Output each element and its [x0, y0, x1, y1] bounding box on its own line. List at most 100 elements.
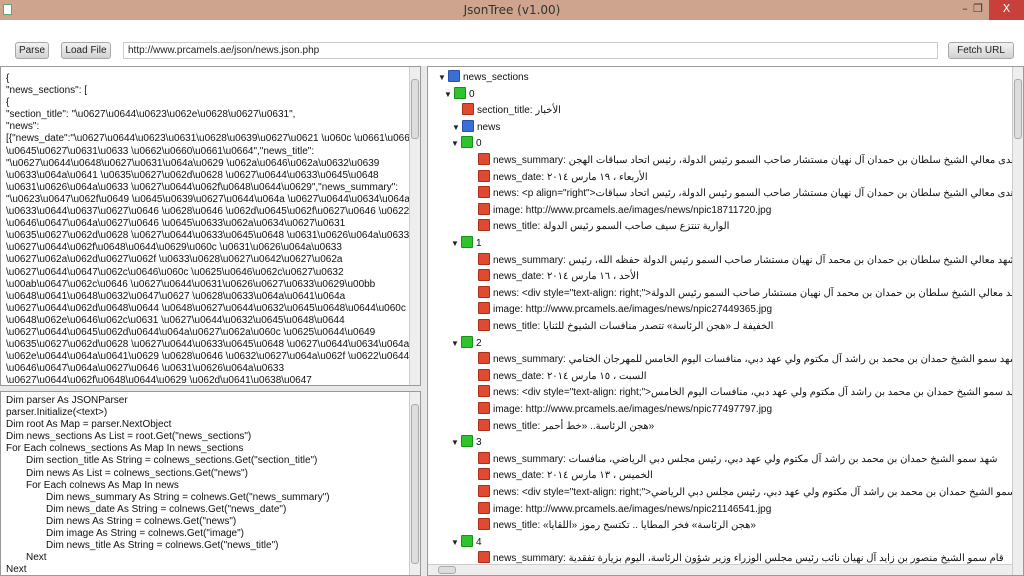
tree-vscrollbar[interactable]	[1012, 67, 1023, 575]
map-node-icon	[461, 534, 473, 547]
tree-node[interactable]: image: http://www.prcamels.ae/images/new…	[478, 202, 772, 219]
tree-node-label: news_date: السبت ، ١٥ مارس ٢٠١٤	[493, 370, 647, 382]
tree-node[interactable]: news_summary: أهدى معالي الشيخ سلطان بن …	[478, 153, 1019, 169]
tree-node-label: news: <p align="right">أهدى معالي الشيخ …	[493, 188, 1019, 200]
tree-node-label: news: <div style="text-align: right;">شه…	[493, 487, 1024, 498]
code-line: Next	[26, 552, 47, 564]
tree-node-label: 3	[476, 437, 482, 449]
code-line: Dim news As List = colnews_sections.Get(…	[26, 467, 248, 479]
code-line: parser.Initialize(<text>)	[6, 407, 108, 419]
code-line: Next	[6, 564, 27, 576]
tree-node[interactable]: news: <p align="right">أهدى معالي الشيخ …	[478, 186, 1019, 202]
json-line: {	[6, 97, 10, 109]
code-line: For Each colnews As Map In news	[26, 479, 179, 491]
tree-node[interactable]: ▼ 3	[451, 435, 482, 451]
close-button[interactable]: X	[989, 0, 1024, 20]
expand-arrow-icon[interactable]: ▼	[438, 70, 448, 86]
generated-code-area[interactable]: Dim parser As JSONParser parser.Initializ…	[0, 391, 421, 576]
tree-node[interactable]: news: <div style="text-align: right;">شه…	[478, 285, 1024, 302]
code-line: Dim image As String = colnews.Get("image…	[46, 528, 245, 540]
tree-node[interactable]: ▼ 4	[451, 534, 482, 551]
list-node-icon	[462, 119, 474, 132]
tree-node[interactable]: ▼ news_sections	[438, 70, 529, 86]
parse-button[interactable]: Parse	[15, 42, 49, 59]
json-line: [{"news_date":"\u0627\u0644\u0623\u0631\…	[6, 133, 416, 145]
tree-node[interactable]: news_summary: شهد سمو الشيخ حمدان بن محم…	[478, 352, 1018, 368]
tree-node[interactable]: ▼ 0	[444, 86, 475, 103]
code-line: Dim news_title As String = colnews.Get("…	[46, 540, 279, 552]
fetch-url-button[interactable]: Fetch URL	[948, 42, 1014, 59]
json-text-area[interactable]: {"news_sections": [{"section_title": "\u…	[0, 66, 421, 386]
tree-node[interactable]: image: http://www.prcamels.ae/images/new…	[478, 302, 772, 318]
value-node-icon	[478, 352, 490, 365]
json-line: \u0627\u0644\u062f\u0648\u0644\u0629\u06…	[6, 242, 342, 254]
json-line: \u0635\u0627\u062d\u0628 \u0627\u0644\u0…	[6, 230, 410, 242]
json-line: \u00ab\u0647\u062c\u0646 \u0627\u0644\u0…	[6, 278, 376, 290]
expand-arrow-icon[interactable]: ▼	[451, 136, 461, 152]
tree-node-label: image: http://www.prcamels.ae/images/new…	[493, 404, 773, 415]
expand-arrow-icon[interactable]: ▼	[444, 87, 454, 103]
tree-node[interactable]: image: http://www.prcamels.ae/images/new…	[478, 402, 772, 418]
json-line: \u0646\u0647\u064a\u0627\u0646 \u0631\u0…	[6, 363, 285, 375]
expand-arrow-icon[interactable]: ▼	[451, 535, 461, 551]
json-line: \u0645\u0627\u0631\u0633 \u0662\u0660\u0…	[6, 145, 315, 157]
tree-node[interactable]: ▼ 0	[451, 136, 482, 152]
code-scrollbar[interactable]	[409, 392, 420, 575]
json-scrollbar[interactable]	[409, 67, 420, 385]
tree-hscrollbar[interactable]	[428, 564, 1012, 575]
tree-node[interactable]: news_title: «هجن الرئاسة» فخر المطايا ..…	[478, 518, 756, 534]
tree-node-label: news_summary: شهد سمو الشيخ حمدان بن محم…	[493, 354, 1019, 366]
tree-node[interactable]: news_title: الوارية تنتزع سيف صاحب السمو…	[478, 219, 729, 235]
url-input[interactable]: http://www.prcamels.ae/json/news.json.ph…	[123, 42, 938, 59]
value-node-icon	[478, 252, 490, 265]
minimize-button[interactable]: –	[958, 0, 972, 20]
maximize-button[interactable]: ❐	[971, 0, 985, 20]
tree-node[interactable]: news_date: الأربعاء ، ١٩ مارس ٢٠١٤	[478, 169, 648, 186]
tree-node[interactable]: image: http://www.prcamels.ae/images/new…	[478, 501, 771, 518]
tree-node-label: news_summary: شهد سمو الشيخ حمدان بن محم…	[493, 453, 998, 465]
json-line: \u0648\u062e\u0646\u062c\u0631 \u0627\u0…	[6, 314, 345, 326]
tree-node[interactable]: news_date: الخميس ، ١٣ مارس ٢٠١٤	[478, 468, 653, 484]
json-line: \u0627\u0644\u0645\u062d\u0644\u064a\u06…	[6, 326, 376, 338]
value-node-icon	[478, 285, 490, 298]
tree-node-label: 1	[476, 238, 482, 249]
value-node-icon	[478, 202, 490, 215]
json-line: "news_sections": [	[6, 85, 88, 97]
value-node-icon	[478, 518, 490, 531]
tree-node[interactable]: section_title: الأخبار	[462, 103, 561, 119]
tree-node[interactable]: ▼ news	[452, 119, 500, 136]
expand-arrow-icon[interactable]: ▼	[451, 236, 461, 252]
value-node-icon	[478, 186, 490, 199]
expand-arrow-icon[interactable]: ▼	[451, 435, 461, 451]
tree-node-label: image: http://www.prcamels.ae/images/new…	[493, 304, 773, 316]
json-line: \u0635\u0627\u062d\u0628 \u0627\u0644\u0…	[6, 339, 421, 351]
value-node-icon	[462, 103, 474, 116]
tree-node[interactable]: news_summary: شهد سمو الشيخ حمدان بن محم…	[478, 451, 998, 468]
tree-node[interactable]: news_summary: شهد معالي الشيخ سلطان بن ح…	[478, 252, 1016, 269]
title-bar: JsonTree (v1.00) – ❐ X	[0, 0, 1024, 20]
tree-node-label: image: http://www.prcamels.ae/images/new…	[493, 204, 772, 216]
json-line: \u0627\u062a\u062d\u0627\u062f \u0633\u0…	[6, 254, 343, 266]
value-node-icon	[478, 153, 490, 165]
tree-node[interactable]: news_date: الأحد ، ١٦ مارس ٢٠١٤	[478, 269, 639, 285]
tree-node-label: 0	[476, 138, 482, 150]
tree-node[interactable]: news_title: الخفيفة لـ «هجن الرئاسة» تتص…	[478, 319, 773, 335]
tree-node-label: news_summary: قام سمو الشيخ منصور بن زاي…	[493, 553, 1004, 565]
expand-arrow-icon[interactable]: ▼	[452, 120, 462, 136]
code-line: For Each colnews_sections As Map In news…	[6, 443, 244, 455]
tree-node[interactable]: news: <div style="text-align: right;">شه…	[478, 485, 1024, 501]
tree-node[interactable]: news_title: هجن الرئاسة.. «خط أحمر»	[478, 418, 654, 435]
tree-node[interactable]: ▼ 1	[451, 236, 482, 252]
value-node-icon	[478, 468, 490, 481]
tree-node[interactable]: news: <div style="text-align: right;">شه…	[478, 385, 1023, 401]
tree-node-label: news: <div style="text-align: right;">شه…	[493, 287, 1024, 299]
tree-node-label: news_title: «هجن الرئاسة» فخر المطايا ..…	[493, 520, 756, 532]
code-line: Dim section_title As String = colnews_se…	[26, 455, 318, 467]
tree-node[interactable]: ▼ 2	[451, 335, 482, 352]
code-line: Dim news As String = colnews.Get("news")	[46, 515, 237, 527]
json-tree-view[interactable]: ▼ news_sections ▼ 0 section_title: الأخبار ▼ n…	[427, 66, 1024, 576]
load-file-button[interactable]: Load File	[61, 42, 111, 59]
tree-node[interactable]: news_date: السبت ، ١٥ مارس ٢٠١٤	[478, 368, 647, 385]
code-line: Dim news_summary As String = colnews.Get…	[46, 491, 330, 503]
expand-arrow-icon[interactable]: ▼	[451, 336, 461, 352]
